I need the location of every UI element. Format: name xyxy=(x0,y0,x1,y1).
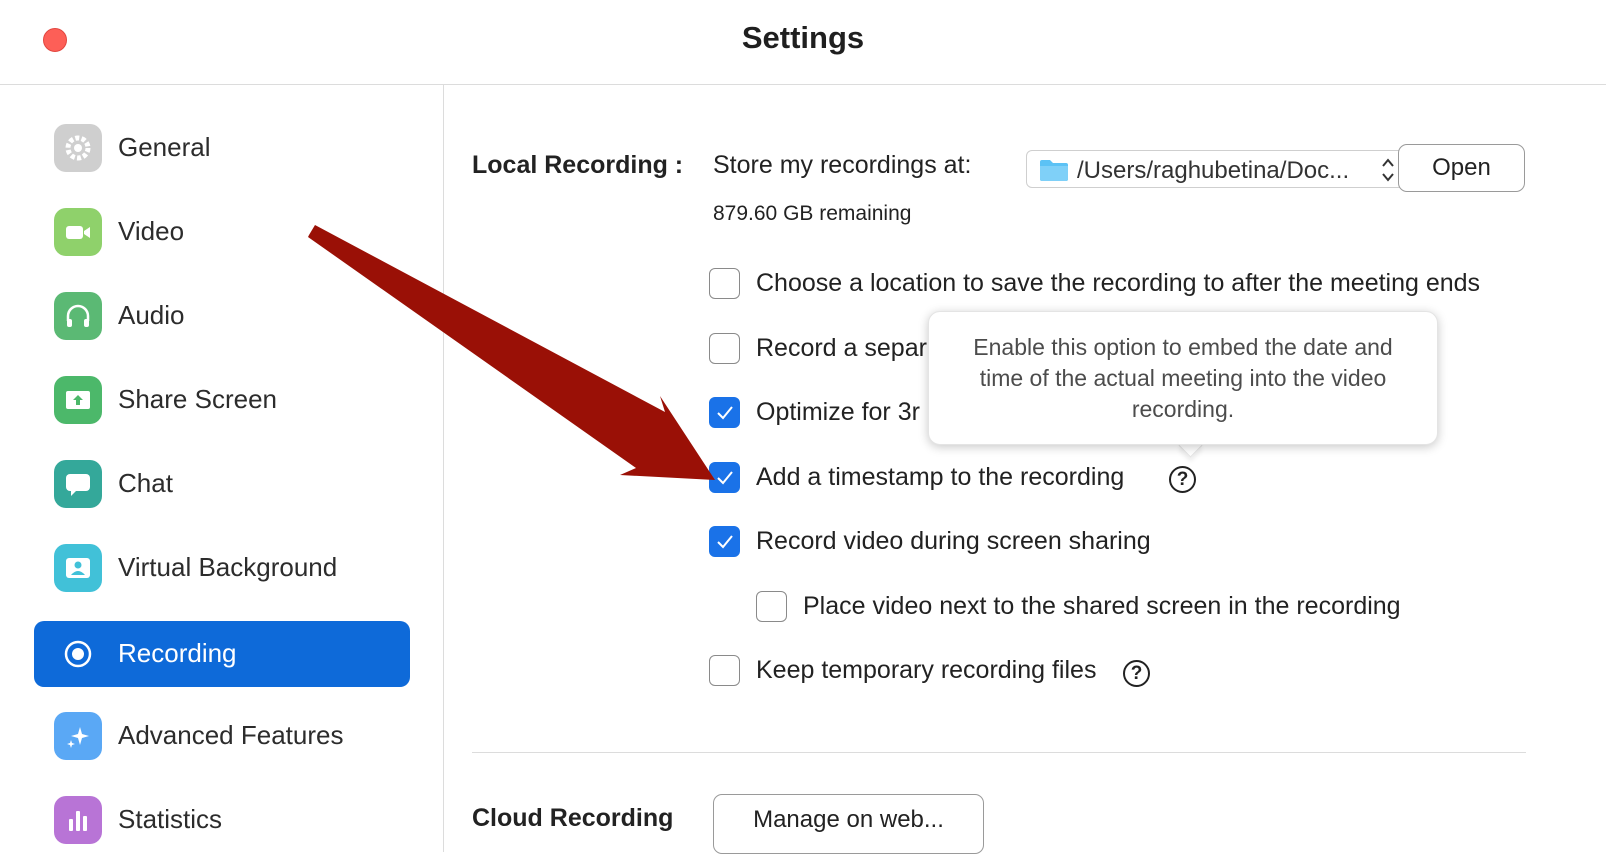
recording-path-select[interactable]: /Users/raghubetina/Doc... xyxy=(1026,150,1404,188)
sidebar-item-share-screen[interactable]: Share Screen xyxy=(34,367,410,433)
sidebar-item-label: Video xyxy=(118,216,185,246)
sidebar: General Video Audio Share Screen Chat Vi… xyxy=(0,85,444,852)
sidebar-item-label: Chat xyxy=(118,468,173,498)
gear-icon xyxy=(54,124,102,172)
sidebar-item-label: Audio xyxy=(118,300,185,330)
checkmark-icon xyxy=(717,471,733,485)
storage-remaining: 879.60 GB remaining xyxy=(713,202,912,225)
headphones-icon xyxy=(54,292,102,340)
add-timestamp-checkbox[interactable] xyxy=(709,462,740,493)
recording-path-value: /Users/raghubetina/Doc... xyxy=(1077,157,1350,184)
sidebar-item-label: Share Screen xyxy=(118,384,277,414)
place-video-next-checkbox[interactable] xyxy=(756,591,787,622)
keep-temp-files-checkbox[interactable] xyxy=(709,655,740,686)
record-icon xyxy=(54,630,102,678)
store-location-label: Store my recordings at: xyxy=(713,151,972,179)
record-video-screen-sharing-checkbox[interactable] xyxy=(709,526,740,557)
sidebar-item-chat[interactable]: Chat xyxy=(34,451,410,517)
sidebar-item-label: Virtual Background xyxy=(118,552,338,582)
timestamp-help-tooltip: Enable this option to embed the date and… xyxy=(928,311,1438,445)
chat-bubble-icon xyxy=(54,460,102,508)
sidebar-item-statistics[interactable]: Statistics xyxy=(34,787,410,853)
person-portrait-icon xyxy=(54,544,102,592)
manage-on-web-button[interactable]: Manage on web... xyxy=(713,794,984,854)
checkmark-icon xyxy=(717,535,733,549)
sidebar-item-label: General xyxy=(118,132,211,162)
sidebar-item-virtual-background[interactable]: Virtual Background xyxy=(34,535,410,601)
cloud-recording-label: Cloud Recording xyxy=(472,804,674,832)
sidebar-item-label: Recording xyxy=(118,638,237,668)
recording-settings-panel: Local Recording : Store my recordings at… xyxy=(443,85,1606,854)
share-screen-icon xyxy=(54,376,102,424)
sparkle-icon xyxy=(54,712,102,760)
sidebar-item-label: Statistics xyxy=(118,804,223,834)
title-bar: Settings xyxy=(0,0,1606,85)
optimize-3rd-party-label: Optimize for 3r xyxy=(756,398,920,426)
help-icon[interactable]: ? xyxy=(1123,660,1150,687)
record-video-screen-sharing-label: Record video during screen sharing xyxy=(756,527,1151,555)
window-title: Settings xyxy=(741,20,865,55)
local-recording-label: Local Recording : xyxy=(472,151,684,179)
record-separate-audio-checkbox[interactable] xyxy=(709,333,740,364)
section-divider xyxy=(472,752,1526,753)
sidebar-item-general[interactable]: General xyxy=(34,115,410,181)
record-separate-audio-label: Record a separ xyxy=(756,334,927,362)
optimize-3rd-party-checkbox[interactable] xyxy=(709,397,740,428)
video-camera-icon xyxy=(54,208,102,256)
sidebar-item-label: Advanced Features xyxy=(118,720,344,750)
sidebar-item-audio[interactable]: Audio xyxy=(34,283,410,349)
choose-location-label: Choose a location to save the recording … xyxy=(756,269,1481,297)
place-video-next-label: Place video next to the shared screen in… xyxy=(803,592,1401,620)
add-timestamp-label: Add a timestamp to the recording xyxy=(756,463,1125,491)
folder-icon xyxy=(1040,160,1068,181)
sidebar-item-advanced-features[interactable]: Advanced Features xyxy=(34,703,410,769)
chevron-up-down-icon xyxy=(1382,158,1394,182)
bar-chart-icon xyxy=(54,796,102,844)
sidebar-item-video[interactable]: Video xyxy=(34,199,410,265)
checkmark-icon xyxy=(717,406,733,420)
choose-location-checkbox[interactable] xyxy=(709,268,740,299)
keep-temp-files-label: Keep temporary recording files xyxy=(756,656,1097,684)
open-folder-button[interactable]: Open xyxy=(1398,144,1525,192)
help-icon[interactable]: ? xyxy=(1169,466,1196,493)
sidebar-item-recording[interactable]: Recording xyxy=(34,621,410,687)
